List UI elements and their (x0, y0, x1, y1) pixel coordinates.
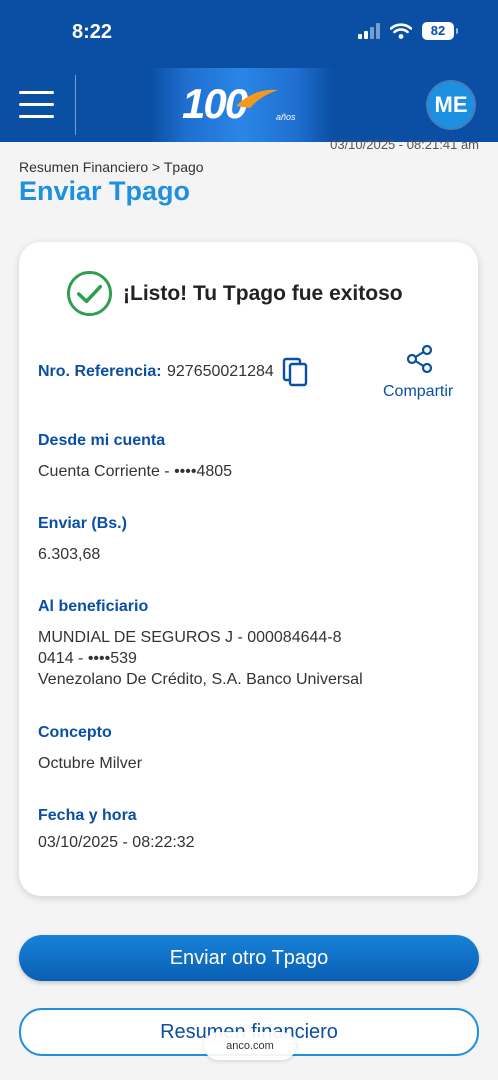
url-bar[interactable]: anco.com (204, 1032, 296, 1060)
share-button[interactable]: Compartir (383, 383, 453, 401)
datetime-value: 03/10/2025 - 08:22:32 (38, 834, 195, 851)
app-header: 8:22 82 100 años ME (0, 0, 498, 142)
logo-swoosh-icon (236, 89, 278, 108)
success-check-icon (66, 270, 113, 317)
menu-button[interactable] (19, 91, 54, 119)
reference-label: Nro. Referencia: (38, 363, 162, 380)
header-divider (75, 75, 76, 135)
logo-subtitle: años (276, 112, 296, 122)
success-title: ¡Listo! Tu Tpago fue exitoso (123, 282, 403, 305)
share-icon[interactable] (405, 344, 435, 374)
datetime-label: Fecha y hora (38, 807, 137, 824)
amount-value: 6.303,68 (38, 546, 101, 563)
battery-icon: 82 (422, 22, 458, 40)
concept-value: Octubre Milver (38, 755, 143, 772)
status-time: 8:22 (72, 21, 113, 43)
copy-icon[interactable] (282, 357, 308, 387)
page-title: Enviar Tpago (19, 176, 191, 206)
cellular-signal-icon (358, 23, 380, 39)
concept-label: Concepto (38, 724, 112, 741)
receipt-card: ¡Listo! Tu Tpago fue exitoso Nro. Refere… (19, 242, 478, 896)
user-avatar[interactable]: ME (428, 82, 474, 128)
beneficiary-label: Al beneficiario (38, 598, 149, 615)
amount-label: Enviar (Bs.) (38, 515, 127, 532)
reference-value: 927650021284 (167, 363, 274, 380)
wifi-icon (390, 23, 412, 39)
send-another-button[interactable]: Enviar otro Tpago (19, 935, 479, 981)
beneficiary-phone: 0414 - ••••539 (38, 650, 137, 667)
status-icons: 82 (358, 22, 458, 40)
beneficiary-bank: Venezolano De Crédito, S.A. Banco Univer… (38, 671, 363, 688)
from-account-label: Desde mi cuenta (38, 432, 166, 449)
breadcrumb: Resumen Financiero > Tpago (19, 159, 204, 175)
from-account-value: Cuenta Corriente - ••••4805 (38, 463, 233, 480)
session-timestamp: 03/10/2025 - 08:21:41 am (330, 137, 479, 152)
beneficiary-name: MUNDIAL DE SEGUROS J - 000084644-8 (38, 629, 342, 646)
